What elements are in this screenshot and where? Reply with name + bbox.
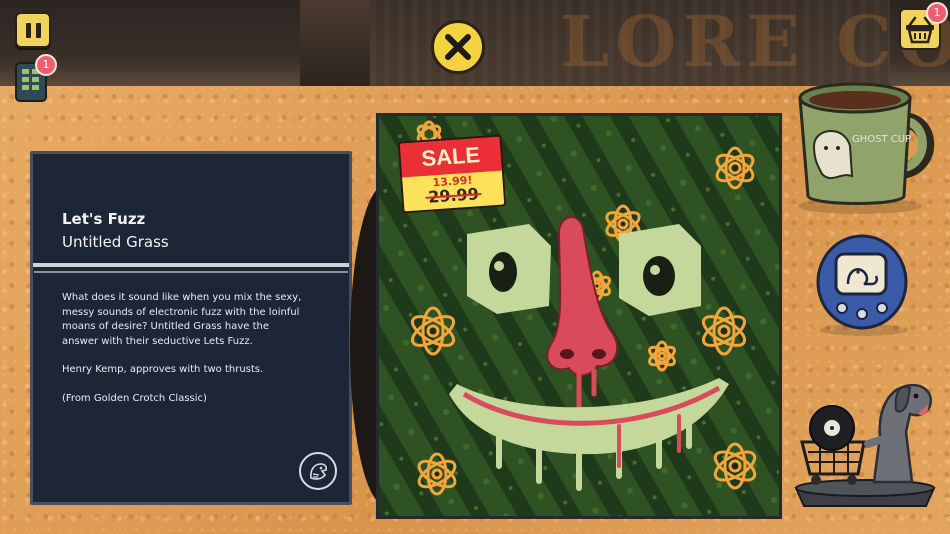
ghost-cup-mug-icon: GHOST CUP xyxy=(798,82,935,214)
pause-button[interactable] xyxy=(15,12,51,48)
phone-notification-badge: 1 xyxy=(35,54,57,76)
mug-text: GHOST CUP xyxy=(852,134,911,145)
panel-divider xyxy=(33,263,349,267)
description-paragraph: What does it sound like when you mix the… xyxy=(62,292,302,347)
description-paragraph: Henry Kemp, approves with two thrusts. xyxy=(62,364,264,375)
close-x-icon xyxy=(445,34,471,60)
description-paragraph: (From Golden Crotch Classic) xyxy=(62,392,207,404)
store-sign: LORE CO xyxy=(560,0,950,83)
close-button[interactable] xyxy=(431,20,485,74)
record-label-bird-icon xyxy=(299,452,337,490)
cart-notification-badge: 1 xyxy=(926,2,948,24)
album-info-panel: Let's Fuzz Untitled Grass What does it s… xyxy=(30,151,352,505)
album-title: Let's Fuzz xyxy=(62,210,146,228)
artist-name: Untitled Grass xyxy=(62,233,169,251)
pause-icon xyxy=(25,22,31,38)
sale-price-tag: SALE 13.99! 29.99 xyxy=(397,134,507,214)
sale-price-box: 13.99! 29.99 xyxy=(400,170,507,214)
album-description: What does it sound like when you mix the… xyxy=(62,291,302,420)
dog-shopping-cart-figurine-icon xyxy=(794,383,936,507)
virtual-pet-device-icon xyxy=(816,234,908,336)
